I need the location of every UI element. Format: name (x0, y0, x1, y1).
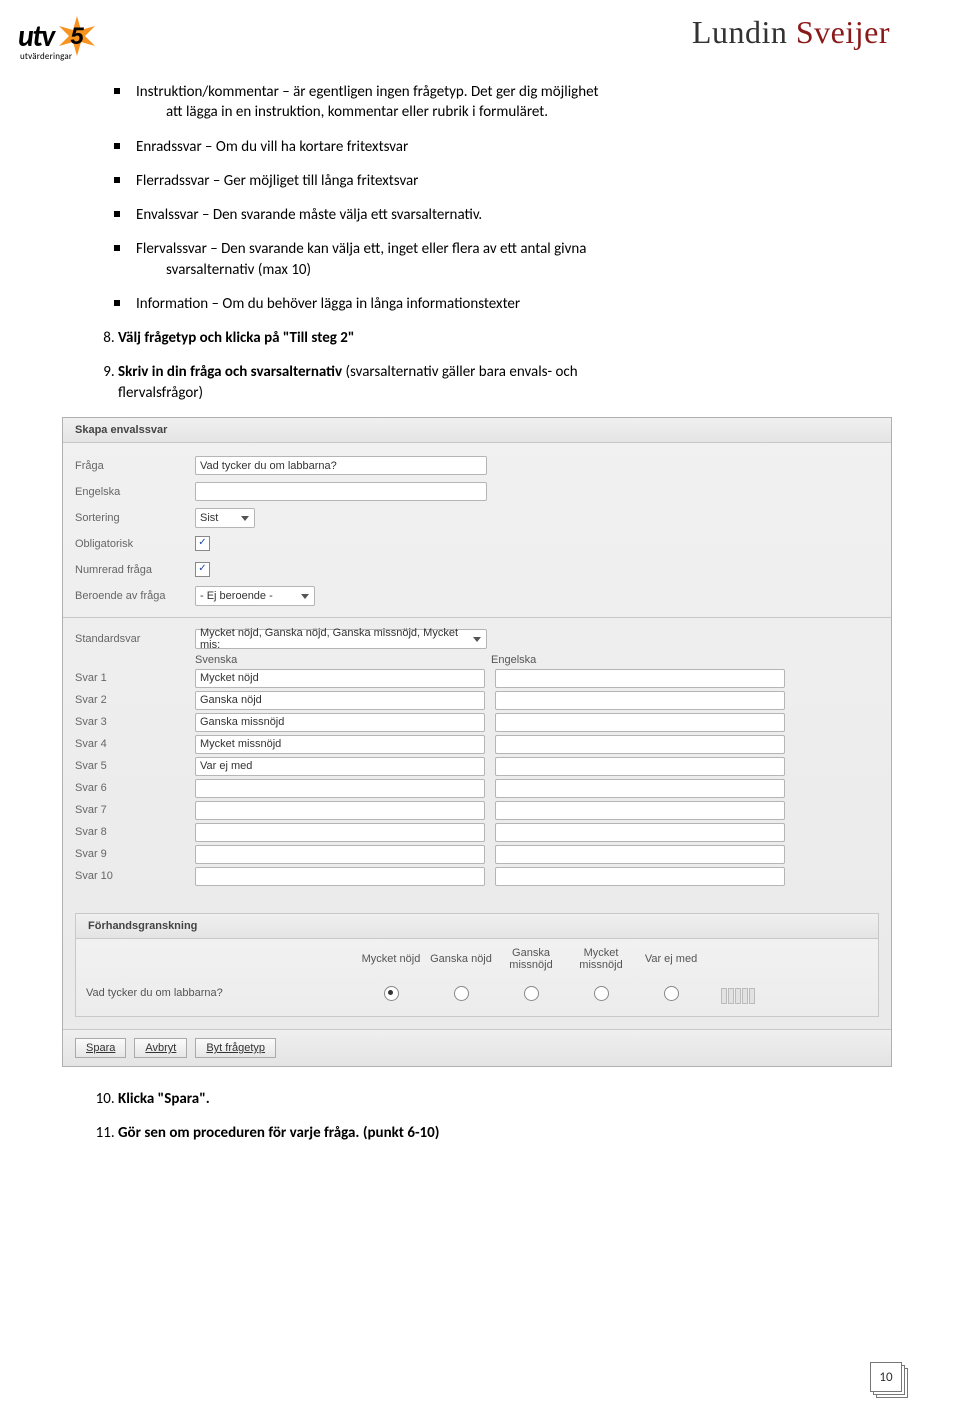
input-svar-en-7[interactable] (495, 801, 785, 820)
preview-radio-4[interactable] (594, 986, 609, 1001)
bullet-envalssvar: Envalssvar – Den svarande måste välja et… (136, 205, 864, 225)
input-svar-sv-10[interactable] (195, 867, 485, 886)
panel-title: Skapa envalssvar (63, 418, 891, 443)
input-svar-sv-4[interactable] (195, 735, 485, 754)
logo-utv5: utv 5 utvärderingar (18, 14, 99, 58)
input-svar-sv-2[interactable] (195, 691, 485, 710)
label-svar-1: Svar 1 (75, 672, 195, 684)
label-svar-8: Svar 8 (75, 826, 195, 838)
label-standardsvar: Standardsvar (75, 633, 195, 645)
input-svar-en-9[interactable] (495, 845, 785, 864)
preview-radio-2[interactable] (454, 986, 469, 1001)
col-header-svenska: Svenska (195, 654, 491, 666)
input-svar-en-8[interactable] (495, 823, 785, 842)
label-svar-4: Svar 4 (75, 738, 195, 750)
bullet-instruktion: Instruktion/kommentar – är egentligen in… (136, 82, 864, 123)
byt-fragetyp-button[interactable]: Byt frågetyp (195, 1038, 276, 1058)
preview-h2: Ganska nöjd (426, 951, 496, 968)
label-svar-10: Svar 10 (75, 870, 195, 882)
input-svar-sv-6[interactable] (195, 779, 485, 798)
input-fraga[interactable] (195, 456, 487, 475)
brand-part-a: Lundin (692, 14, 796, 50)
input-svar-sv-5[interactable] (195, 757, 485, 776)
label-svar-5: Svar 5 (75, 760, 195, 772)
page-number-box: 10 (874, 1366, 908, 1398)
logo-subtext: utvärderingar (20, 51, 72, 62)
preview-h4: Mycket missnöjd (566, 945, 636, 974)
step-10: Klicka "Spara". (118, 1089, 864, 1109)
input-svar-en-1[interactable] (495, 669, 785, 688)
label-fraga: Fråga (75, 460, 195, 472)
brand-lundin-sveijer: Lundin Sveijer (692, 14, 890, 51)
label-sortering: Sortering (75, 512, 195, 524)
preview-radio-3[interactable] (524, 986, 539, 1001)
input-svar-sv-7[interactable] (195, 801, 485, 820)
select-standardsvar[interactable]: Mycket nöjd, Ganska nöjd, Ganska missnöj… (195, 629, 487, 649)
preview-title: Förhandsgranskning (76, 914, 878, 939)
preview-radio-1[interactable] (384, 986, 399, 1001)
input-svar-en-6[interactable] (495, 779, 785, 798)
checkbox-numrerad[interactable] (195, 562, 210, 577)
input-svar-sv-9[interactable] (195, 845, 485, 864)
preview-h3: Ganska missnöjd (496, 945, 566, 974)
step-8: Välj frågetyp och klicka på "Till steg 2… (118, 328, 864, 348)
preview-h5: Var ej med (636, 951, 706, 968)
label-numrerad: Numrerad fråga (75, 564, 195, 576)
input-svar-en-5[interactable] (495, 757, 785, 776)
preview-question: Vad tycker du om labbarna? (86, 979, 356, 999)
label-engelska: Engelska (75, 486, 195, 498)
checkbox-obligatorisk[interactable] (195, 536, 210, 551)
input-svar-sv-3[interactable] (195, 713, 485, 732)
input-svar-en-4[interactable] (495, 735, 785, 754)
label-svar-9: Svar 9 (75, 848, 195, 860)
brand-part-b: Sveijer (796, 14, 890, 50)
input-svar-en-10[interactable] (495, 867, 785, 886)
select-beroende[interactable]: - Ej beroende - (195, 586, 315, 606)
label-svar-3: Svar 3 (75, 716, 195, 728)
preview-radio-5[interactable] (664, 986, 679, 1001)
label-svar-7: Svar 7 (75, 804, 195, 816)
preview-bars-icon (721, 982, 756, 1004)
label-svar-6: Svar 6 (75, 782, 195, 794)
bullet-enradssvar: Enradssvar – Om du vill ha kortare frite… (136, 137, 864, 157)
avbryt-button[interactable]: Avbryt (134, 1038, 187, 1058)
label-obligatorisk: Obligatorisk (75, 538, 195, 550)
bullet-information: Information – Om du behöver lägga in lån… (136, 294, 864, 314)
bullet-flerradssvar: Flerradssvar – Ger möjliget till långa f… (136, 171, 864, 191)
select-sortering[interactable]: Sist (195, 508, 255, 528)
step-11: Gör sen om proceduren för varje fråga. (… (118, 1123, 864, 1143)
bullet-flervalssvar: Flervalssvar – Den svarande kan välja et… (136, 239, 864, 280)
input-svar-sv-8[interactable] (195, 823, 485, 842)
spara-button[interactable]: Spara (75, 1038, 126, 1058)
label-beroende: Beroende av fråga (75, 590, 195, 602)
input-svar-sv-1[interactable] (195, 669, 485, 688)
col-header-engelska: Engelska (491, 654, 787, 666)
svg-text:5: 5 (70, 23, 84, 50)
screenshot-form-panel: Skapa envalssvar Fråga Engelska Sorterin… (62, 417, 892, 1067)
input-svar-en-2[interactable] (495, 691, 785, 710)
label-svar-2: Svar 2 (75, 694, 195, 706)
logo-text: utv (18, 18, 54, 55)
step-9: Skriv in din fråga och svarsalternativ (… (118, 362, 864, 403)
input-svar-en-3[interactable] (495, 713, 785, 732)
input-engelska[interactable] (195, 482, 487, 501)
preview-h1: Mycket nöjd (356, 951, 426, 968)
preview-panel: Förhandsgranskning Mycket nöjd Ganska nö… (75, 913, 879, 1017)
